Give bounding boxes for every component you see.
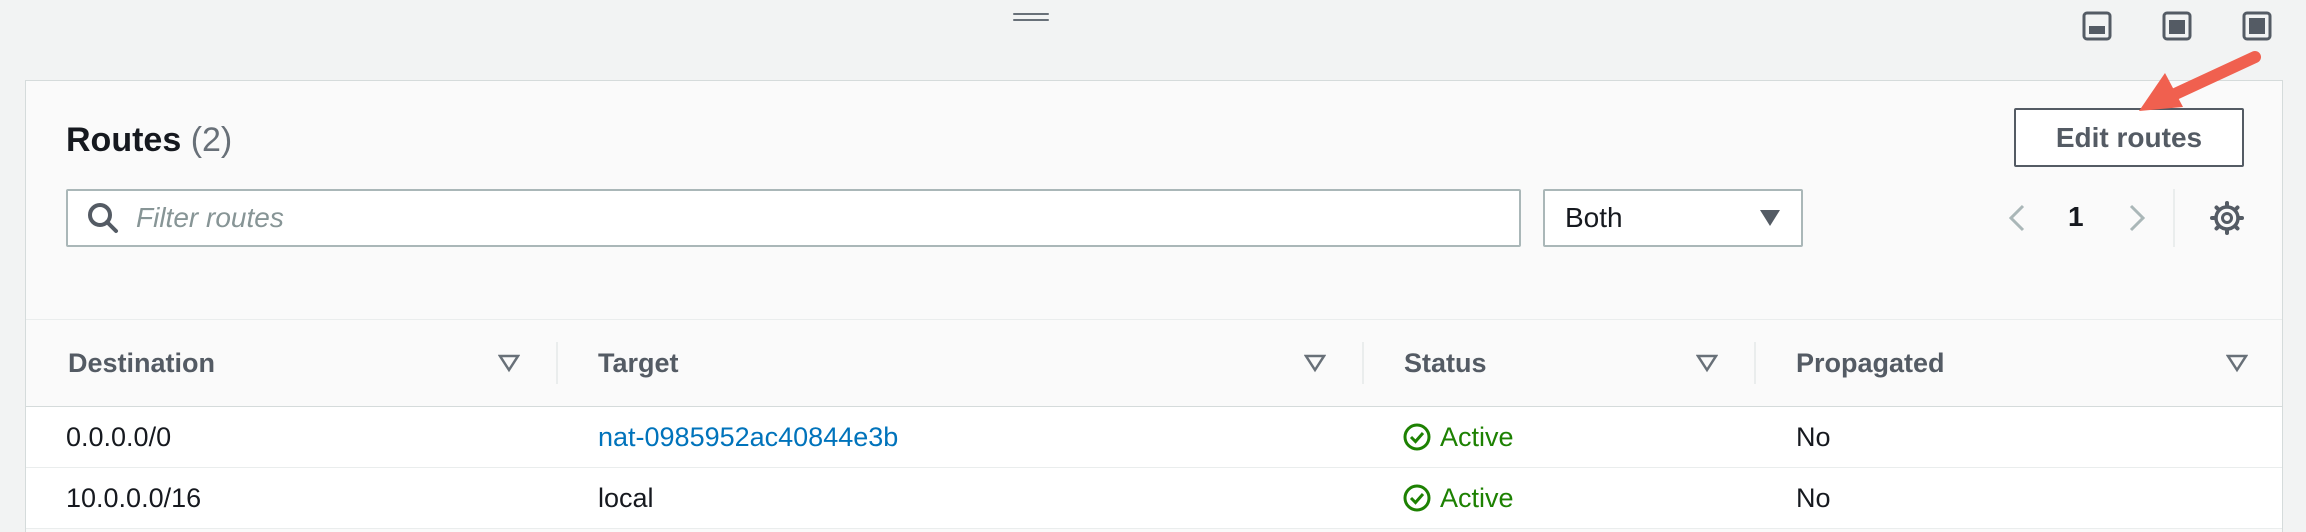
column-separator[interactable] [556,342,558,384]
panel-title-text: Routes [66,121,182,159]
status-cell: Active [1402,407,1514,467]
caret-down-icon [1760,210,1780,226]
panel-title: Routes (2) [66,121,232,160]
column-header-status[interactable]: Status [1404,320,1487,406]
sort-icon[interactable] [498,353,520,373]
propagated-cell: No [1796,421,1831,452]
status-text: Active [1440,421,1514,452]
table-row[interactable]: 0.0.0.0/0 nat-0985952ac40844e3b Active N… [26,407,2282,468]
destination-cell: 10.0.0.0/16 [66,482,202,513]
chevron-right-icon[interactable] [2126,189,2148,247]
layout-side-icon[interactable] [2160,9,2194,43]
filter-routes-input[interactable] [134,201,1438,235]
column-separator[interactable] [1362,342,1364,384]
status-check-icon [1403,484,1431,512]
filter-routes-field[interactable] [66,189,1521,247]
select-value: Both [1565,202,1623,233]
sort-icon[interactable] [2226,353,2248,373]
route-count: (2) [190,121,233,159]
column-header-target[interactable]: Target [598,320,679,406]
routes-panel: Routes (2) Edit routes Both 1 [25,80,2283,532]
annotation-arrow [2139,51,2261,111]
propagation-filter-select[interactable]: Both [1543,189,1803,247]
column-header-destination[interactable]: Destination [68,320,215,406]
chevron-left-icon[interactable] [2006,189,2028,247]
layout-bottom-icon[interactable] [2080,9,2114,43]
gear-icon[interactable] [2210,189,2244,247]
search-icon [88,203,118,233]
layout-full-icon[interactable] [2240,9,2274,43]
propagated-cell: No [1796,482,1831,513]
column-header-propagated[interactable]: Propagated [1796,320,1945,406]
route-table-page: Routes (2) Edit routes Both 1 [0,0,2306,532]
table-row[interactable]: 10.0.0.0/16 local Active No [26,468,2282,529]
target-cell: local [598,482,654,513]
routes-table: Destination Target Status Propagated 0.0… [26,319,2282,529]
page-number[interactable]: 1 [2068,201,2084,233]
sort-icon[interactable] [1304,353,1326,373]
drag-handle-icon[interactable] [1013,13,1049,23]
target-link[interactable]: nat-0985952ac40844e3b [598,407,898,467]
status-check-icon [1403,423,1431,451]
pager-divider [2173,189,2175,247]
sort-icon[interactable] [1696,353,1718,373]
status-text: Active [1440,482,1514,513]
column-separator[interactable] [1754,342,1756,384]
status-cell: Active [1402,468,1514,528]
table-header: Destination Target Status Propagated [26,319,2282,407]
destination-cell: 0.0.0.0/0 [66,421,172,452]
